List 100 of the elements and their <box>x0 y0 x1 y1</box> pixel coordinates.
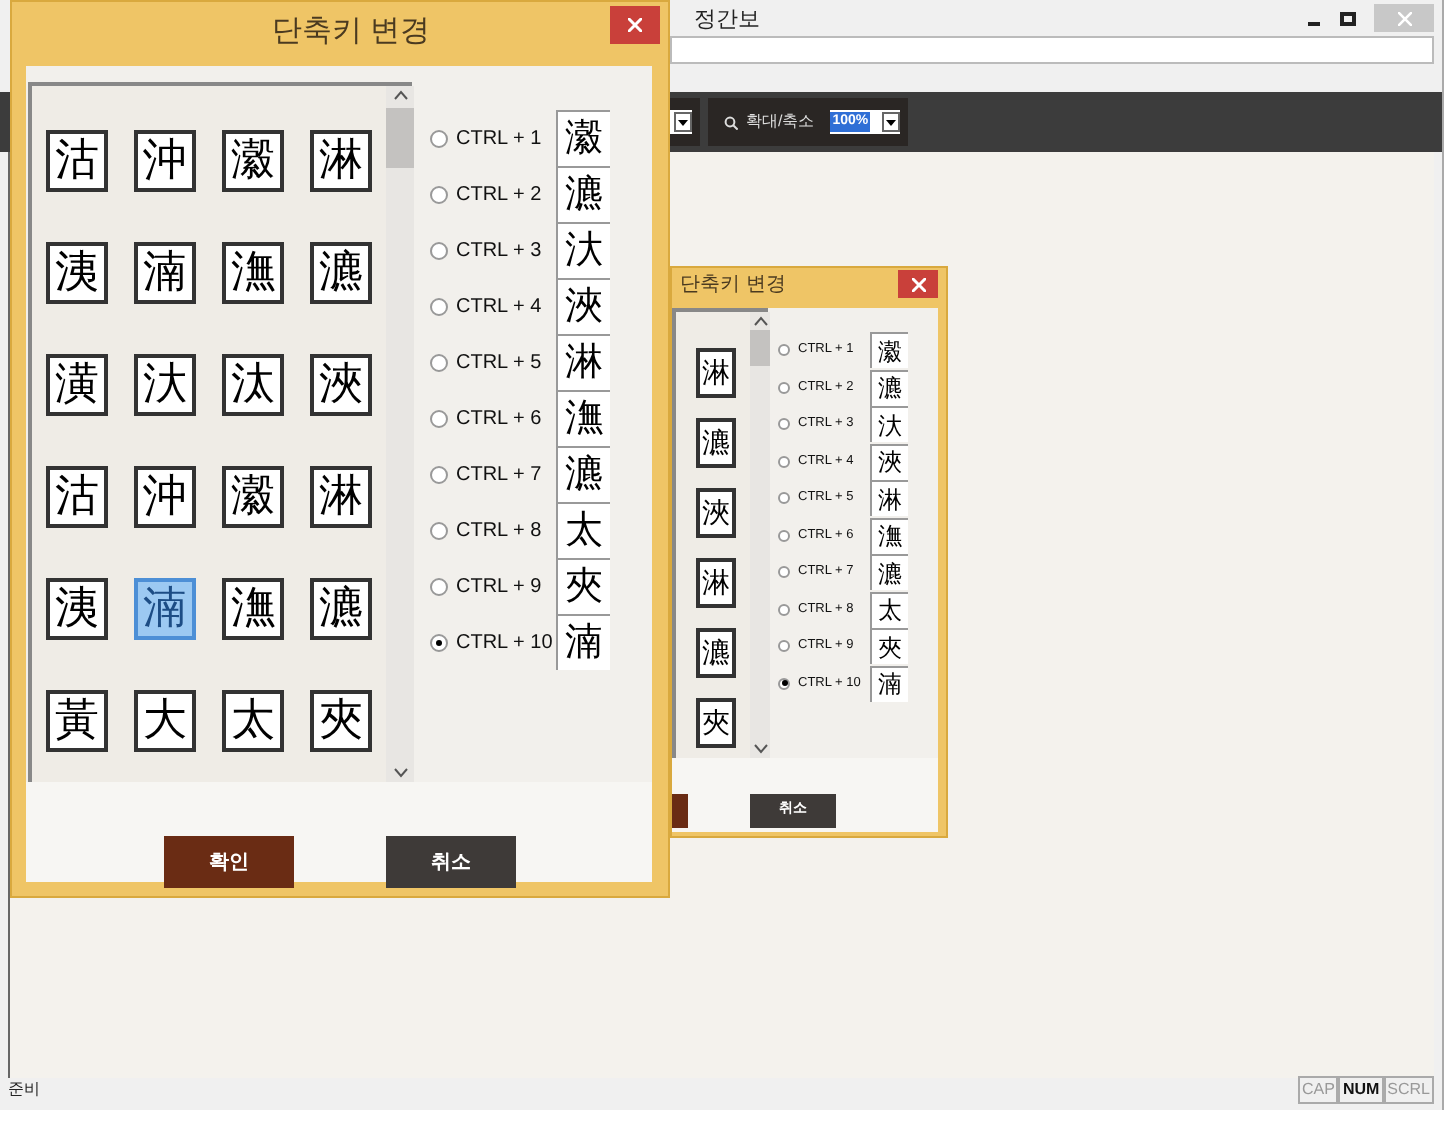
dialog-title: 단축키 변경 <box>680 274 786 296</box>
button-edge <box>672 794 688 828</box>
character-cell[interactable]: 淋 <box>310 130 372 192</box>
character-preview: 淋 <box>870 480 908 517</box>
scroll-thumb[interactable] <box>750 330 770 366</box>
character-cell[interactable]: 瀫 <box>222 466 284 528</box>
radio-button[interactable] <box>778 603 790 616</box>
character-preview: 汏 <box>556 222 610 278</box>
character-preview: 浹 <box>870 443 908 480</box>
radio-button[interactable] <box>778 381 790 394</box>
character-cell[interactable]: 瀌 <box>310 242 372 304</box>
shortcut-label: CTRL + 8 <box>456 517 544 545</box>
radio-button[interactable] <box>778 566 790 579</box>
character-cell[interactable]: 瀌 <box>696 628 736 678</box>
shortcut-label: CTRL + 4 <box>456 293 544 321</box>
status-indicator: NUM <box>1338 1076 1384 1104</box>
scrollbar[interactable] <box>750 312 770 758</box>
status-indicator: SCRL <box>1383 1076 1434 1104</box>
character-cell[interactable]: 沽 <box>46 466 108 528</box>
radio-button[interactable] <box>778 492 790 505</box>
radio-button[interactable] <box>430 241 448 259</box>
character-cell[interactable]: 夾 <box>696 698 736 748</box>
character-preview: 瀌 <box>870 554 908 591</box>
character-cell[interactable]: 洟 <box>46 578 108 640</box>
radio-button[interactable] <box>778 344 790 357</box>
radio-button[interactable] <box>778 418 790 431</box>
character-cell[interactable]: 瀌 <box>310 578 372 640</box>
radio-button[interactable] <box>778 455 790 468</box>
radio-button[interactable] <box>778 640 790 653</box>
character-preview: 湳 <box>556 614 610 670</box>
character-cell[interactable]: 汏 <box>134 354 196 416</box>
shortcut-label: CTRL + 1 <box>456 125 544 153</box>
character-cell[interactable]: 洟 <box>46 242 108 304</box>
character-cell[interactable]: 瀌 <box>696 418 736 468</box>
input-field[interactable] <box>670 36 1434 64</box>
cancel-button[interactable]: 취소 <box>386 836 516 888</box>
window-title: 정간보 <box>694 6 760 36</box>
character-cell[interactable]: 大 <box>134 690 196 752</box>
radio-button[interactable] <box>430 353 448 371</box>
shortcut-label: CTRL + 5 <box>456 349 544 377</box>
close-button[interactable] <box>898 270 938 298</box>
character-cell[interactable]: 沖 <box>134 130 196 192</box>
shortcut-label: CTRL + 10 <box>456 629 555 657</box>
radio-button[interactable] <box>430 521 448 539</box>
radio-button[interactable] <box>430 297 448 315</box>
character-cell[interactable]: 太 <box>222 690 284 752</box>
search-icon <box>724 115 738 129</box>
zoom-label: 확대/축소 <box>746 110 815 134</box>
character-cell[interactable]: 淋 <box>696 348 736 398</box>
caret-icon <box>886 119 897 125</box>
scrollbar[interactable] <box>386 86 414 782</box>
character-cell[interactable]: 沖 <box>134 466 196 528</box>
character-preview: 潕 <box>870 517 908 554</box>
caret-icon <box>678 119 688 125</box>
character-preview: 瀌 <box>870 369 908 406</box>
character-preview: 瀫 <box>870 332 908 369</box>
scroll-down-icon[interactable] <box>753 744 767 754</box>
character-cell[interactable]: 黃 <box>46 690 108 752</box>
character-cell[interactable]: 夾 <box>310 690 372 752</box>
character-cell[interactable]: 潕 <box>222 242 284 304</box>
character-cell[interactable]: 淋 <box>310 466 372 528</box>
radio-button[interactable] <box>778 529 790 542</box>
confirm-button[interactable]: 확인 <box>164 836 294 888</box>
status-text: 준비 <box>8 1078 40 1102</box>
shortcut-label: CTRL + 9 <box>456 573 544 601</box>
character-cell[interactable]: 浹 <box>310 354 372 416</box>
radio-button[interactable] <box>430 577 448 595</box>
shortcut-label: CTRL + 2 <box>456 181 544 209</box>
shortcut-label: CTRL + 3 <box>456 237 544 265</box>
character-cell[interactable]: 沽 <box>46 130 108 192</box>
character-cell[interactable]: 湳 <box>134 578 196 640</box>
character-preview: 浹 <box>556 278 610 334</box>
character-cell[interactable]: 淋 <box>696 558 736 608</box>
dialog-title: 단축키 변경 <box>272 14 431 48</box>
scroll-up-icon[interactable] <box>393 90 407 100</box>
character-preview: 瀌 <box>556 166 610 222</box>
scroll-down-icon[interactable] <box>393 768 407 778</box>
radio-button[interactable] <box>430 465 448 483</box>
radio-button[interactable] <box>430 633 448 651</box>
radio-button[interactable] <box>430 409 448 427</box>
character-preview: 太 <box>870 591 908 628</box>
character-cell[interactable]: 浹 <box>696 488 736 538</box>
character-cell[interactable]: 湳 <box>134 242 196 304</box>
radio-button[interactable] <box>430 185 448 203</box>
shortcut-label: CTRL + 6 <box>456 405 544 433</box>
scroll-thumb[interactable] <box>386 108 414 168</box>
character-preview: 潕 <box>556 390 610 446</box>
character-preview: 瀫 <box>556 110 610 166</box>
character-preview: 湳 <box>870 665 908 702</box>
character-cell[interactable]: 瀫 <box>222 130 284 192</box>
character-preview: 瀌 <box>556 446 610 502</box>
close-button[interactable] <box>610 6 660 44</box>
close-icon <box>911 277 925 291</box>
radio-button[interactable] <box>778 677 790 690</box>
radio-button[interactable] <box>430 129 448 147</box>
character-preview: 夾 <box>870 628 908 665</box>
character-cell[interactable]: 潕 <box>222 578 284 640</box>
character-cell[interactable]: 潢 <box>46 354 108 416</box>
scroll-up-icon[interactable] <box>753 316 767 326</box>
character-cell[interactable]: 汰 <box>222 354 284 416</box>
